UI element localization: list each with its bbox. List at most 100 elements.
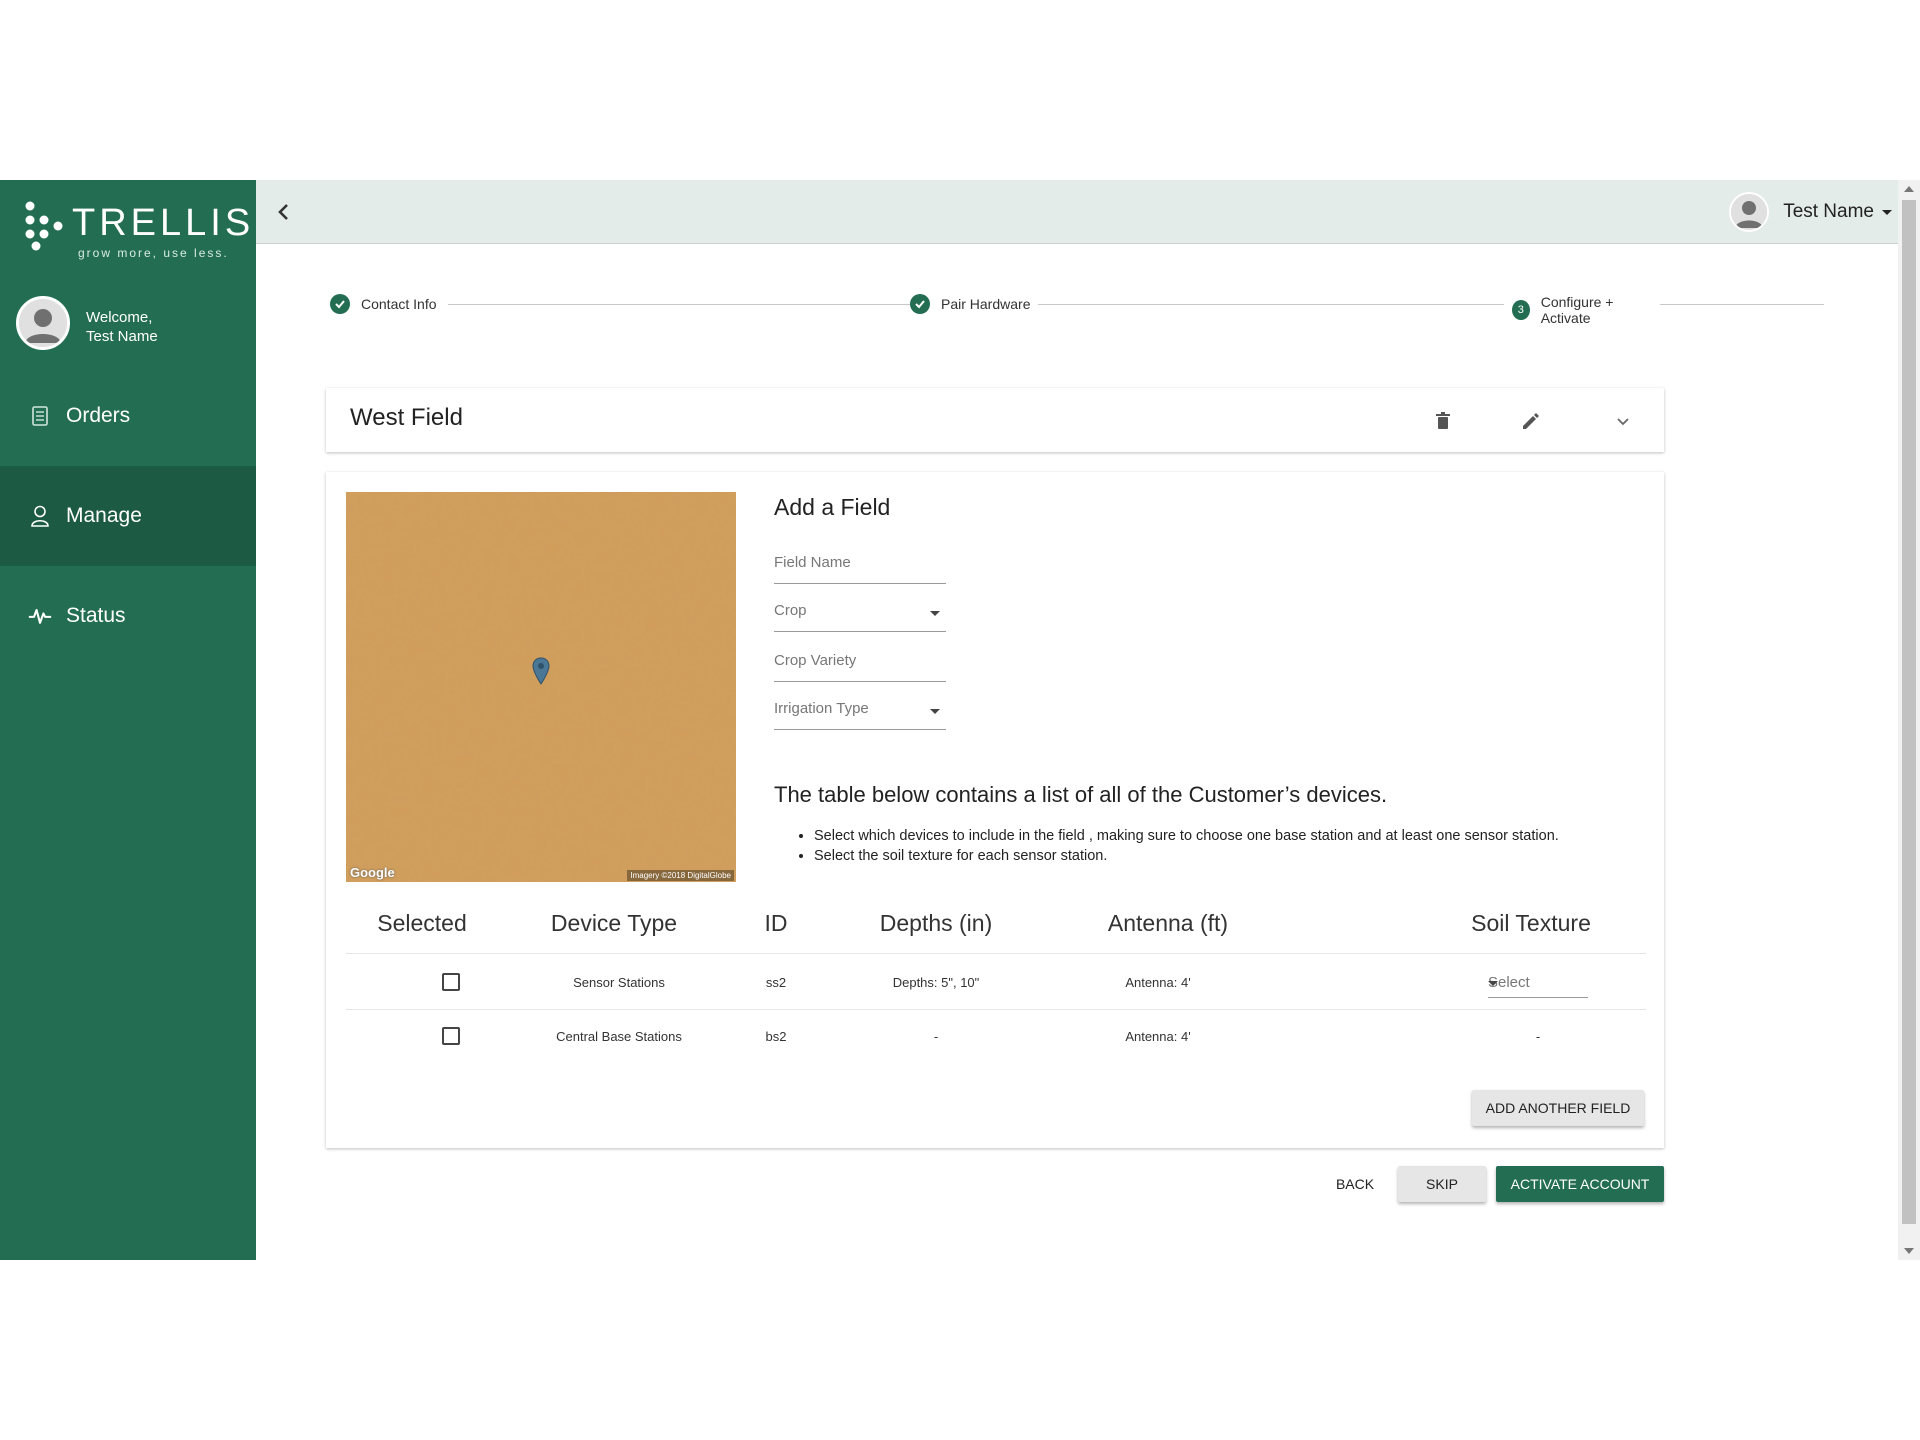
welcome-greeting: Welcome,	[86, 309, 153, 326]
chevron-down-icon	[1617, 418, 1629, 426]
row-select-checkbox[interactable]	[442, 1027, 460, 1045]
add-another-field-button[interactable]: ADD ANOTHER FIELD	[1472, 1090, 1644, 1126]
column-header-soil-texture: Soil Texture	[1471, 910, 1591, 936]
sidebar-item-manage[interactable]: Manage	[0, 466, 256, 566]
app-window: TRELLIS grow more, use less. Welcome, Te…	[0, 180, 1920, 1260]
field-header-card: West Field	[326, 388, 1664, 452]
crop-variety-input[interactable]	[774, 650, 946, 682]
trellis-logo-mark-icon	[25, 201, 63, 251]
devices-table-intro: The table below contains a list of all o…	[774, 782, 1388, 807]
brand-tagline: grow more, use less.	[78, 246, 229, 260]
welcome-user-name: Test Name	[86, 328, 158, 345]
progress-stepper: Contact Info Pair Hardware 3 Configure +…	[330, 294, 1824, 326]
document-icon	[28, 404, 52, 428]
scrollbar-thumb[interactable]	[1902, 200, 1916, 1224]
step-label: Pair Hardware	[941, 296, 1031, 312]
step-contact-info[interactable]: Contact Info	[330, 294, 445, 314]
sidebar-item-label: Orders	[66, 404, 131, 427]
avatar[interactable]	[16, 296, 70, 350]
instruction-item: Select which devices to include in the f…	[814, 826, 1559, 846]
sidebar-item-label: Manage	[66, 504, 142, 527]
table-row: Sensor Stations ss2 Depths: 5", 10" Ante…	[346, 954, 1646, 1010]
column-header-device-type: Device Type	[550, 910, 678, 936]
device-id-cell: ss2	[765, 975, 787, 990]
stepper-connector	[1034, 304, 1824, 305]
add-field-card: Google Imagery ©2018 DigitalGlobe Add a …	[326, 472, 1664, 1148]
add-field-title: Add a Field	[774, 494, 891, 520]
check-icon	[910, 294, 930, 314]
field-name-field[interactable]	[774, 554, 924, 571]
google-logo: Google	[350, 865, 395, 880]
dropdown-arrow-icon	[930, 709, 940, 714]
device-type-cell: Central Base Stations	[556, 1029, 682, 1044]
device-type-cell: Sensor Stations	[573, 975, 665, 990]
irrigation-type-select[interactable]: Irrigation Type	[774, 698, 946, 730]
sidebar-item-status[interactable]: Status	[0, 566, 256, 666]
column-header-antenna: Antenna (ft)	[1107, 910, 1229, 936]
welcome-text: Welcome, Test Name	[86, 308, 158, 346]
caret-down-icon	[1882, 209, 1892, 215]
person-icon	[28, 504, 52, 528]
activate-account-button[interactable]: ACTIVATE ACCOUNT	[1496, 1166, 1664, 1202]
irrigation-select-label: Irrigation Type	[774, 700, 869, 717]
user-avatar-icon	[1731, 194, 1768, 230]
user-avatar-icon	[19, 299, 67, 347]
soil-texture-select[interactable]: Select	[1488, 968, 1588, 998]
soil-texture-cell: -	[1535, 1029, 1541, 1044]
scroll-up-icon[interactable]	[1904, 186, 1914, 192]
row-select-checkbox[interactable]	[442, 973, 460, 991]
column-header-depths: Depths (in)	[879, 910, 993, 936]
field-map[interactable]: Google Imagery ©2018 DigitalGlobe	[346, 492, 736, 882]
crop-select-label: Crop	[774, 602, 807, 619]
back-button[interactable]: BACK	[1324, 1166, 1386, 1202]
dropdown-arrow-icon	[930, 611, 940, 616]
chevron-left-icon	[278, 204, 288, 220]
device-id-cell: bs2	[765, 1029, 787, 1044]
map-texture	[346, 492, 736, 882]
edit-field-button[interactable]	[1518, 408, 1544, 434]
expand-field-button[interactable]	[1610, 408, 1636, 434]
collapse-sidebar-button[interactable]	[270, 198, 298, 226]
instruction-item: Select the soil texture for each sensor …	[814, 846, 1559, 866]
field-name-input[interactable]	[774, 552, 946, 584]
delete-field-button[interactable]	[1430, 408, 1456, 434]
welcome-block: Welcome, Test Name	[16, 296, 246, 356]
map-imagery-credit: Imagery ©2018 DigitalGlobe	[627, 870, 734, 881]
table-header: Selected Device Type ID Depths (in) Ante…	[346, 890, 1646, 954]
scroll-down-icon[interactable]	[1904, 1248, 1914, 1254]
user-menu[interactable]: Test Name	[1729, 190, 1892, 234]
avatar	[1729, 192, 1770, 232]
antenna-cell: Antenna: 4'	[1125, 975, 1191, 990]
page-scrollbar[interactable]	[1898, 180, 1920, 1260]
sidebar-item-label: Status	[66, 604, 126, 627]
step-label: Configure + Activate	[1540, 294, 1614, 326]
stepper-connector	[448, 304, 932, 305]
step-pair-hardware[interactable]: Pair Hardware	[910, 294, 1039, 314]
map-marker-icon[interactable]	[532, 657, 550, 685]
column-header-selected: Selected	[377, 910, 467, 936]
depths-cell: Depths: 5", 10"	[892, 975, 980, 990]
column-header-id: ID	[764, 910, 788, 936]
sidebar: TRELLIS grow more, use less. Welcome, Te…	[0, 180, 256, 1260]
trellis-logo[interactable]: TRELLIS grow more, use less.	[24, 200, 250, 260]
brand-name: TRELLIS	[72, 202, 255, 244]
skip-button[interactable]: SKIP	[1398, 1166, 1486, 1202]
trash-icon	[1436, 412, 1450, 429]
antenna-cell: Antenna: 4'	[1125, 1029, 1191, 1044]
check-icon	[330, 294, 350, 314]
step-number: 3	[1512, 300, 1530, 320]
dropdown-arrow-icon	[1488, 981, 1498, 986]
crop-select[interactable]: Crop	[774, 600, 946, 632]
crop-variety-field[interactable]	[774, 652, 924, 669]
table-row: Central Base Stations bs2 - Antenna: 4' …	[346, 1010, 1646, 1066]
devices-instructions: Select which devices to include in the f…	[814, 826, 1559, 866]
field-title: West Field	[350, 404, 463, 431]
depths-cell: -	[933, 1029, 939, 1044]
pulse-icon	[28, 604, 52, 628]
pencil-icon	[1523, 413, 1539, 429]
user-name: Test Name	[1783, 201, 1874, 222]
step-configure-activate[interactable]: 3 Configure + Activate	[1504, 294, 1660, 326]
top-bar: Test Name	[256, 180, 1898, 244]
step-label: Contact Info	[361, 296, 437, 312]
sidebar-item-orders[interactable]: Orders	[0, 366, 256, 466]
